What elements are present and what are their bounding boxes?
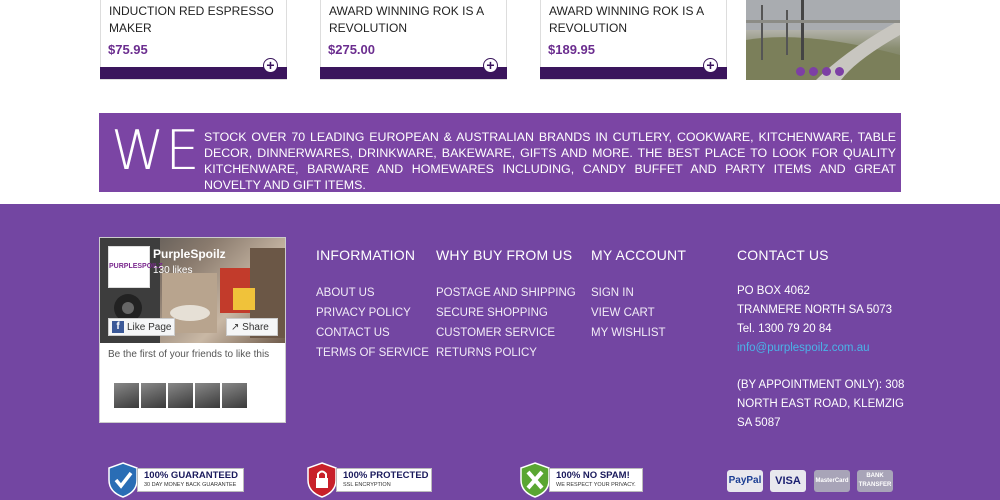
no-spam-shield-icon <box>520 462 550 498</box>
facebook-like-button[interactable]: f Like Page <box>108 318 175 336</box>
footer-link-postage[interactable]: POSTAGE AND SHIPPING <box>436 287 576 299</box>
facebook-page-name[interactable]: PurpleSpoilz <box>153 247 226 261</box>
friend-avatar[interactable] <box>168 383 193 408</box>
contact-heading: CONTACT US <box>737 247 829 263</box>
information-heading: INFORMATION <box>316 247 416 263</box>
footer-link-privacy-policy[interactable]: PRIVACY POLICY <box>316 307 411 319</box>
footer-link-terms[interactable]: TERMS OF SERVICE <box>316 347 429 359</box>
badge-subtitle: 30 DAY MONEY BACK GUARANTEE <box>144 482 237 488</box>
product-name[interactable]: INDUCTION RED ESPRESSO MAKER <box>109 3 279 37</box>
contact-email-link[interactable]: info@purplespoilz.com.au <box>737 342 870 354</box>
badge-title: 100% GUARANTEED <box>144 470 238 481</box>
footer-link-view-cart[interactable]: VIEW CART <box>591 307 655 319</box>
card-footer-bar <box>100 67 287 79</box>
contact-suburb: TRANMERE NORTH SA 5073 <box>737 304 893 316</box>
badge-title: 100% NO SPAM! <box>556 470 630 481</box>
contact-phone: Tel. 1300 79 20 84 <box>737 323 832 335</box>
product-card[interactable]: AWARD WINNING ROK IS A REVOLUTION $189.9… <box>540 0 727 80</box>
badge-subtitle: SSL ENCRYPTION <box>343 482 391 488</box>
checkmark-shield-icon <box>108 462 138 498</box>
product-price: $189.95 <box>548 42 595 57</box>
card-footer-bar <box>320 67 507 79</box>
friend-avatar[interactable] <box>222 383 247 408</box>
about-banner: WE STOCK OVER 70 LEADING EUROPEAN & AUST… <box>99 113 901 192</box>
why-buy-heading: WHY BUY FROM US <box>436 247 573 263</box>
paypal-icon: PayPal <box>727 470 763 492</box>
footer-link-customer-service[interactable]: CUSTOMER SERVICE <box>436 327 555 339</box>
facebook-share-button[interactable]: ↗ Share <box>226 318 278 336</box>
like-label: Like Page <box>127 322 172 333</box>
product-card[interactable]: INDUCTION RED ESPRESSO MAKER $75.95 + <box>100 0 287 80</box>
my-account-heading: MY ACCOUNT <box>591 247 687 263</box>
add-to-cart-icon[interactable]: + <box>703 58 718 73</box>
badge-label: 100% PROTECTED SSL ENCRYPTION <box>336 468 432 492</box>
slider-dot[interactable] <box>835 67 844 76</box>
facebook-friends-text: Be the first of your friends to like thi… <box>108 349 270 360</box>
facebook-friend-faces <box>114 383 249 413</box>
visa-icon: VISA <box>770 470 806 492</box>
friend-avatar[interactable] <box>195 383 220 408</box>
facebook-page-logo[interactable]: PURPLESPOILZ <box>108 246 163 288</box>
footer-link-wishlist[interactable]: MY WISHLIST <box>591 327 666 339</box>
facebook-page-widget[interactable]: PURPLESPOILZ PurpleSpoilz 130 likes f Lik… <box>99 237 286 423</box>
product-card[interactable]: AWARD WINNING ROK IS A REVOLUTION $275.0… <box>320 0 507 80</box>
banner-text: STOCK OVER 70 LEADING EUROPEAN & AUSTRAL… <box>204 130 896 192</box>
contact-appointment-3: SA 5087 <box>737 417 781 429</box>
slider-dot[interactable] <box>822 67 831 76</box>
share-icon: ↗ <box>231 322 240 333</box>
friend-avatar[interactable] <box>114 383 139 408</box>
lock-shield-icon <box>307 462 337 498</box>
facebook-cover: PURPLESPOILZ PurpleSpoilz 130 likes f Lik… <box>100 238 285 343</box>
bank-transfer-icon: BANK TRANSFER <box>857 470 893 492</box>
slider-dots <box>796 63 848 80</box>
footer-link-about-us[interactable]: ABOUT US <box>316 287 375 299</box>
badge-label: 100% NO SPAM! WE RESPECT YOUR PRIVACY. <box>549 468 643 492</box>
facebook-like-count: 130 likes <box>153 265 193 276</box>
banner-big-text: WE <box>111 119 201 182</box>
product-name[interactable]: AWARD WINNING ROK IS A REVOLUTION <box>329 3 499 37</box>
contact-appointment-1: (BY APPOINTMENT ONLY): 308 <box>737 379 905 391</box>
friend-avatar[interactable] <box>141 383 166 408</box>
footer-link-sign-in[interactable]: SIGN IN <box>591 287 634 299</box>
badge-title: 100% PROTECTED <box>343 470 429 481</box>
footer-link-returns[interactable]: RETURNS POLICY <box>436 347 537 359</box>
facebook-icon: f <box>112 321 124 334</box>
badge-subtitle: WE RESPECT YOUR PRIVACY. <box>556 482 636 488</box>
image-slider[interactable] <box>746 0 900 80</box>
mastercard-icon: MasterCard <box>814 470 850 492</box>
product-price: $275.00 <box>328 42 375 57</box>
footer-link-secure-shopping[interactable]: SECURE SHOPPING <box>436 307 548 319</box>
footer-link-contact-us[interactable]: CONTACT US <box>316 327 390 339</box>
card-footer-bar <box>540 67 727 79</box>
slider-dot[interactable] <box>809 67 818 76</box>
slider-dot[interactable] <box>796 67 805 76</box>
contact-po-box: PO BOX 4062 <box>737 285 810 297</box>
add-to-cart-icon[interactable]: + <box>483 58 498 73</box>
badge-label: 100% GUARANTEED 30 DAY MONEY BACK GUARAN… <box>137 468 244 492</box>
share-label: Share <box>242 322 269 333</box>
add-to-cart-icon[interactable]: + <box>263 58 278 73</box>
product-name[interactable]: AWARD WINNING ROK IS A REVOLUTION <box>549 3 719 37</box>
product-price: $75.95 <box>108 42 148 57</box>
contact-appointment-2: NORTH EAST ROAD, KLEMZIG <box>737 398 904 410</box>
